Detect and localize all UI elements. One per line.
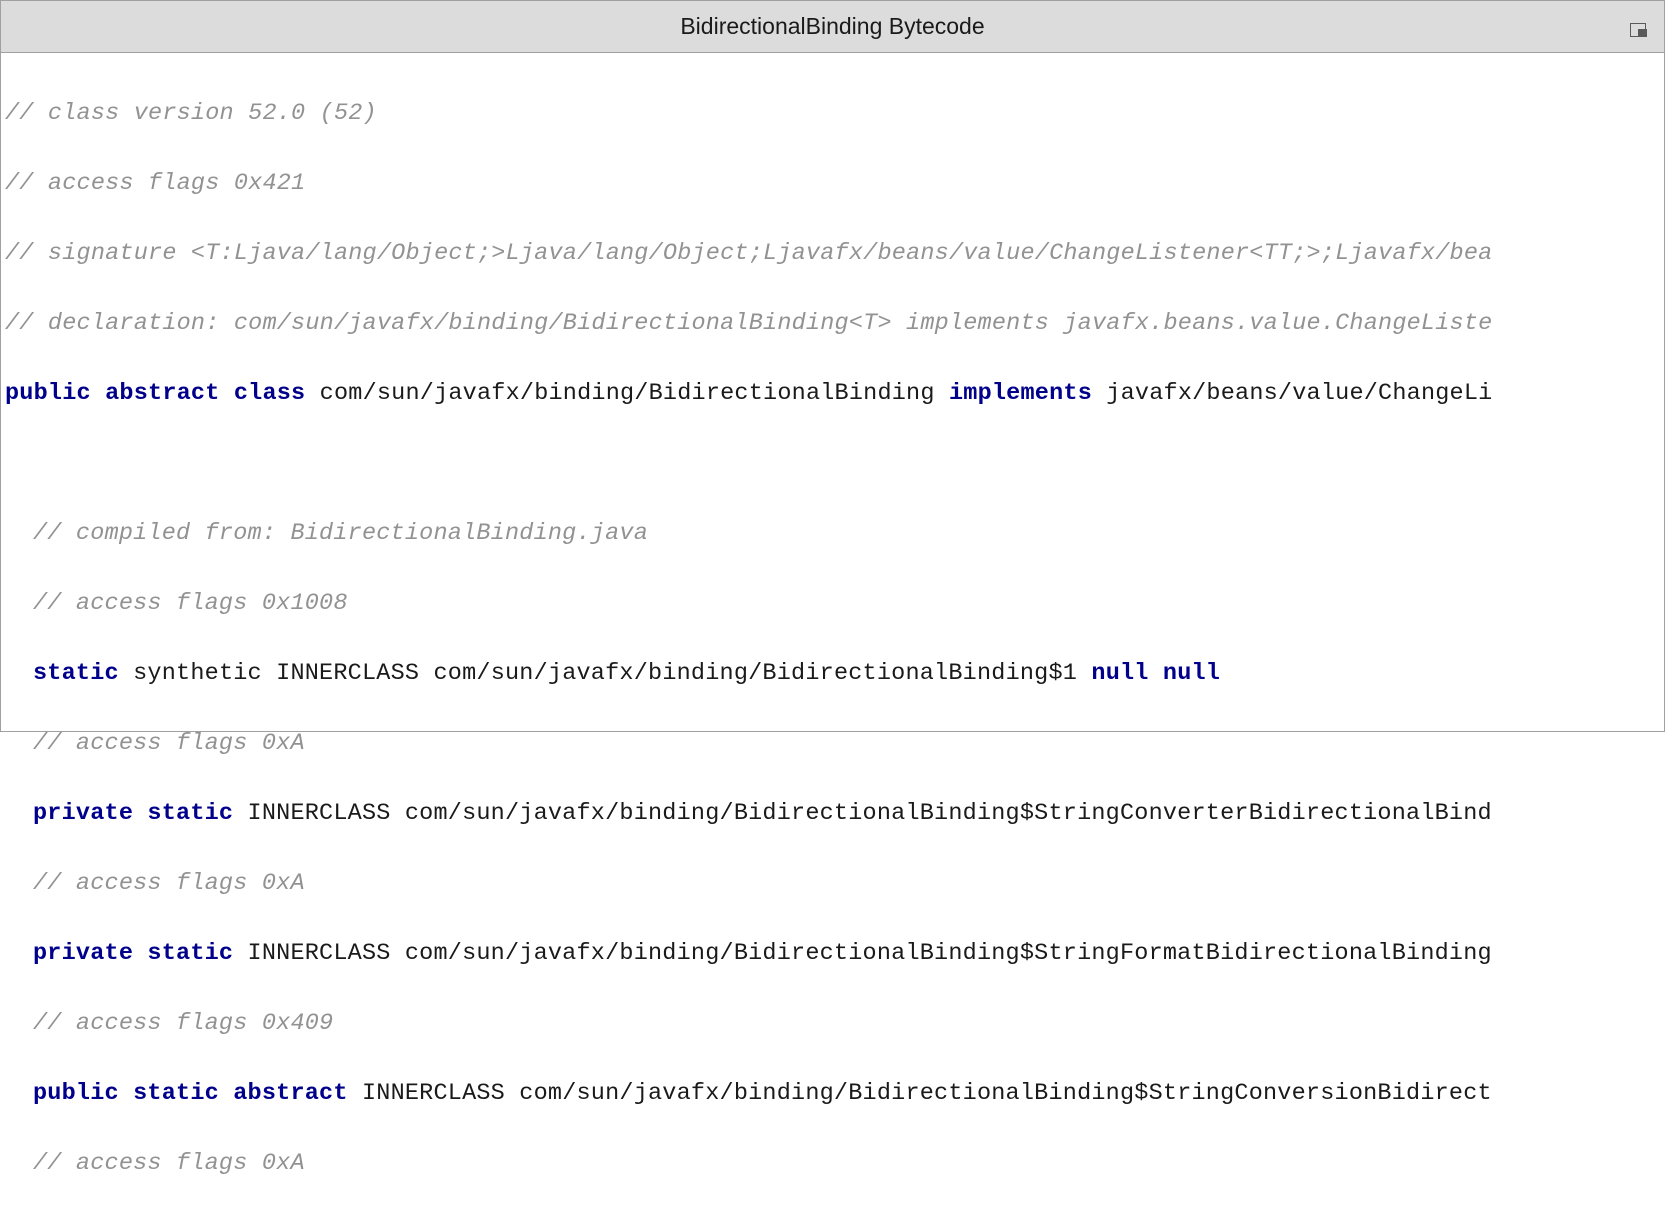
window-header: BidirectionalBinding Bytecode	[1, 1, 1664, 53]
code-text: synthetic INNERCLASS com/sun/javafx/bind…	[119, 660, 1092, 687]
code-text: INNERCLASS com/sun/javafx/binding/Bidire…	[348, 1080, 1492, 1107]
code-comment: // access flags 0x409	[33, 1010, 333, 1037]
code-text: com/sun/javafx/binding/BidirectionalBind…	[305, 380, 949, 407]
bytecode-viewer: // class version 52.0 (52) // access fla…	[1, 53, 1664, 1216]
window-title: BidirectionalBinding Bytecode	[680, 13, 984, 40]
code-comment: // class version 52.0 (52)	[5, 100, 377, 127]
code-keyword: implements	[949, 380, 1092, 407]
code-comment: // access flags 0xA	[33, 730, 305, 757]
code-comment: // declaration: com/sun/javafx/binding/B…	[5, 310, 1492, 337]
code-keyword: null null	[1091, 660, 1220, 687]
code-comment: // access flags 0xA	[33, 870, 305, 897]
code-comment: // compiled from: BidirectionalBinding.j…	[33, 520, 648, 547]
code-keyword: static	[33, 660, 119, 687]
code-keyword: private static	[33, 800, 233, 827]
code-keyword: public abstract class	[5, 380, 305, 407]
code-text: javafx/beans/value/ChangeLi	[1092, 380, 1492, 407]
code-comment: // access flags 0x1008	[33, 590, 348, 617]
code-comment: // access flags 0x421	[5, 170, 305, 197]
restore-window-icon[interactable]	[1626, 17, 1646, 37]
code-text: INNERCLASS com/sun/javafx/binding/Bidire…	[233, 940, 1492, 967]
code-comment: // signature <T:Ljava/lang/Object;>Ljava…	[5, 240, 1492, 267]
code-keyword: private static	[33, 940, 233, 967]
code-keyword: public static abstract	[33, 1080, 348, 1107]
code-comment: // access flags 0xA	[33, 1150, 305, 1177]
code-text: INNERCLASS com/sun/javafx/binding/Bidire…	[233, 800, 1492, 827]
